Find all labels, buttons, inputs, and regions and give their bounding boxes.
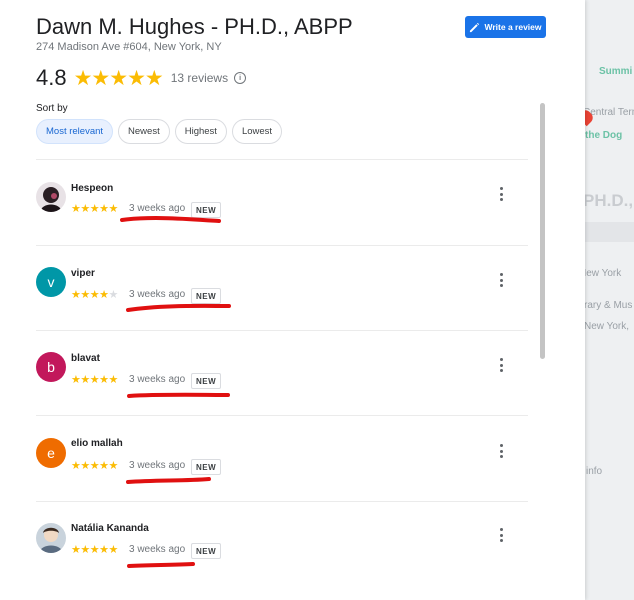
map-background[interactable]: Summi Central Term the Dog PH.D., New Yo… <box>585 0 634 600</box>
avatar-photo <box>36 182 66 212</box>
star-filled-icon: ★ <box>99 289 109 301</box>
star-filled-icon: ★ <box>89 374 100 386</box>
new-badge: NEW <box>191 202 222 218</box>
star-filled-icon: ★ <box>89 544 100 556</box>
scrollbar[interactable] <box>540 103 545 359</box>
new-badge: NEW <box>191 543 222 559</box>
rating-value: 4.8 <box>36 65 67 90</box>
map-label: info <box>586 466 603 477</box>
reviewer-name[interactable]: Natália Kananda <box>71 523 149 534</box>
review-date: 3 weeks ago <box>129 460 186 471</box>
reviews-panel: Dawn M. Hughes - PH.D., ABPP 274 Madison… <box>0 0 585 600</box>
avatar[interactable] <box>36 182 66 212</box>
review-stars: ★★★★★ <box>71 373 118 386</box>
star-filled-icon: ★ <box>80 289 90 301</box>
star-filled-icon: ★ <box>89 289 100 301</box>
reviewer-name[interactable]: Hespeon <box>71 183 113 194</box>
star-filled-icon: ★ <box>99 544 109 556</box>
review-date: 3 weeks ago <box>129 374 186 385</box>
review-stars: ★★★★★ <box>71 288 118 301</box>
star-filled-icon: ★ <box>71 289 81 301</box>
more-options-icon[interactable] <box>497 187 505 201</box>
star-filled-icon: ★ <box>108 460 119 472</box>
star-filled-icon: ★ <box>89 460 100 472</box>
review-item: e elio mallah ★★★★★ 3 weeks ago NEW <box>36 415 528 501</box>
more-options-icon[interactable] <box>497 444 505 458</box>
sort-chip-most-relevant[interactable]: Most relevant <box>36 119 114 144</box>
new-badge: NEW <box>191 288 222 304</box>
star-filled-icon: ★ <box>108 544 119 556</box>
sort-chip-lowest[interactable]: Lowest <box>231 119 283 144</box>
review-stars: ★★★★★ <box>71 459 118 472</box>
star-filled-icon: ★ <box>80 544 90 556</box>
sort-chip-newest[interactable]: Newest <box>118 119 170 144</box>
avatar[interactable] <box>36 523 66 553</box>
star-filled-icon: ★ <box>99 460 109 472</box>
review-stars: ★★★★★ <box>71 543 118 556</box>
review-date: 3 weeks ago <box>129 544 186 555</box>
star-filled-icon: ★ <box>89 203 100 215</box>
star-filled-icon: ★ <box>71 460 81 472</box>
map-label: New York <box>585 268 622 279</box>
sort-chips: Most relevant Newest Highest Lowest <box>36 119 283 144</box>
map-label: New York, <box>585 321 630 332</box>
star-filled-icon: ★ <box>80 374 90 386</box>
reviews-count: 13 reviews <box>170 71 229 85</box>
avatar[interactable]: b <box>36 352 66 382</box>
star-filled-icon: ★ <box>108 203 119 215</box>
review-item: Hespeon ★★★★★ 3 weeks ago NEW <box>36 159 528 245</box>
reviewer-name[interactable]: viper <box>71 268 95 279</box>
reviewer-name[interactable]: blavat <box>71 353 100 364</box>
place-address: 274 Madison Ave #604, New York, NY <box>36 41 222 53</box>
info-icon[interactable]: i <box>234 72 247 84</box>
avatar[interactable]: e <box>36 438 66 468</box>
star-filled-icon: ★ <box>71 544 81 556</box>
review-item: Natália Kananda ★★★★★ 3 weeks ago NEW <box>36 501 528 587</box>
sort-chip-highest[interactable]: Highest <box>174 119 227 144</box>
more-options-icon[interactable] <box>497 528 505 542</box>
rating-summary: 4.8 ★★★★★ 13 reviews i <box>36 65 247 90</box>
review-stars: ★★★★★ <box>71 202 118 215</box>
reviewer-name[interactable]: elio mallah <box>71 438 123 449</box>
avatar[interactable]: v <box>36 267 66 297</box>
review-item: v viper ★★★★★ 3 weeks ago NEW <box>36 245 528 331</box>
new-badge: NEW <box>191 373 222 389</box>
place-title: Dawn M. Hughes - PH.D., ABPP <box>36 14 353 39</box>
map-road <box>585 222 634 242</box>
map-label: rary & Mus <box>585 300 633 311</box>
star-filled-icon: ★ <box>108 374 119 386</box>
review-date: 3 weeks ago <box>129 289 186 300</box>
rating-stars: ★★★★★ <box>73 66 164 90</box>
map-label: Summi <box>599 66 633 77</box>
star-filled-icon: ★ <box>99 374 109 386</box>
star-filled-icon: ★ <box>80 203 90 215</box>
pencil-icon <box>470 22 480 32</box>
more-options-icon[interactable] <box>497 273 505 287</box>
star-empty-icon: ★ <box>108 289 119 301</box>
write-review-button[interactable]: Write a review <box>465 16 546 38</box>
star-filled-icon: ★ <box>99 203 109 215</box>
star-filled-icon: ★ <box>80 460 90 472</box>
review-date: 3 weeks ago <box>129 203 186 214</box>
star-filled-icon: ★ <box>71 203 81 215</box>
review-item: b blavat ★★★★★ 3 weeks ago NEW <box>36 330 528 416</box>
write-review-label: Write a review <box>484 22 542 32</box>
sort-by-label: Sort by <box>36 103 68 114</box>
avatar-photo <box>36 523 66 553</box>
star-filled-icon: ★ <box>71 374 81 386</box>
new-badge: NEW <box>191 459 222 475</box>
map-label: PH.D., <box>585 191 634 210</box>
map-label: the Dog <box>585 130 623 141</box>
more-options-icon[interactable] <box>497 358 505 372</box>
